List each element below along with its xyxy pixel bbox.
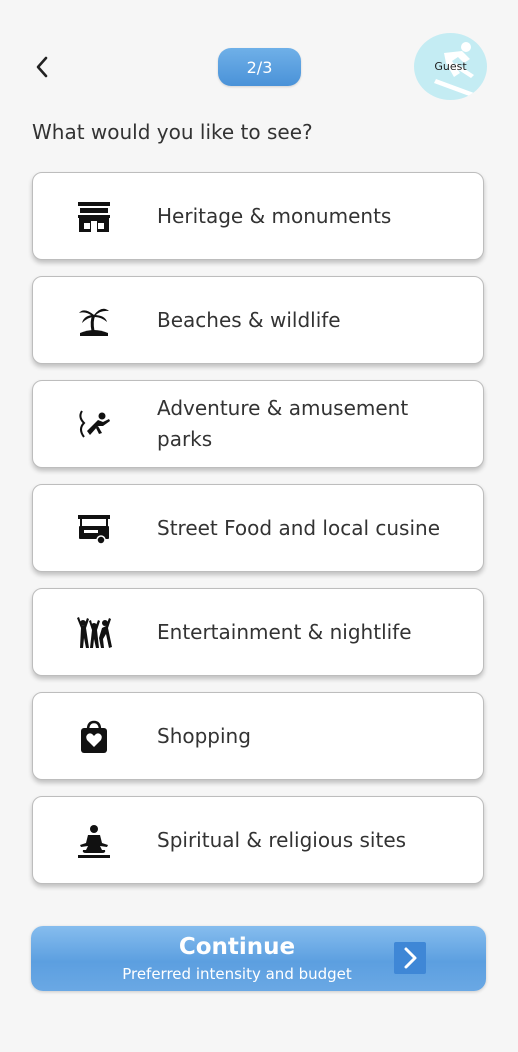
option-label: Heritage & monuments xyxy=(157,203,392,228)
option-heritage[interactable]: Heritage & monuments xyxy=(32,172,484,260)
option-shopping[interactable]: Shopping xyxy=(32,692,484,780)
avatar-label: Guest xyxy=(434,60,467,73)
chevron-left-icon xyxy=(36,56,48,78)
avatar[interactable]: Guest xyxy=(414,33,487,100)
back-button[interactable] xyxy=(28,52,56,82)
option-label: Adventure & amusement parks xyxy=(157,396,409,451)
option-adventure[interactable]: Adventure & amusement parks xyxy=(32,380,484,468)
option-label: Shopping xyxy=(157,723,251,748)
chevron-right-icon xyxy=(394,942,426,974)
meditation-icon xyxy=(75,823,113,859)
palm-island-icon xyxy=(75,303,113,339)
page-title: What would you like to see? xyxy=(32,120,313,144)
step-indicator: 2/3 xyxy=(218,48,301,86)
dancing-people-icon xyxy=(75,615,113,651)
option-beaches[interactable]: Beaches & wildlife xyxy=(32,276,484,364)
option-label: Beaches & wildlife xyxy=(157,307,341,332)
shopping-bag-heart-icon xyxy=(75,719,113,755)
monument-icon xyxy=(75,199,113,235)
bungee-jump-icon xyxy=(75,407,113,443)
option-street-food[interactable]: Street Food and local cusine xyxy=(32,484,484,572)
option-spiritual[interactable]: Spiritual & religious sites xyxy=(32,796,484,884)
continue-title: Continue xyxy=(178,934,296,960)
continue-subtitle: Preferred intensity and budget xyxy=(122,965,352,983)
option-label: Street Food and local cusine xyxy=(157,515,441,540)
option-label: Entertainment & nightlife xyxy=(157,619,412,644)
option-entertainment[interactable]: Entertainment & nightlife xyxy=(32,588,484,676)
continue-button[interactable]: Continue Preferred intensity and budget xyxy=(31,926,486,991)
option-label: Spiritual & religious sites xyxy=(157,827,407,852)
food-cart-icon xyxy=(75,511,113,547)
